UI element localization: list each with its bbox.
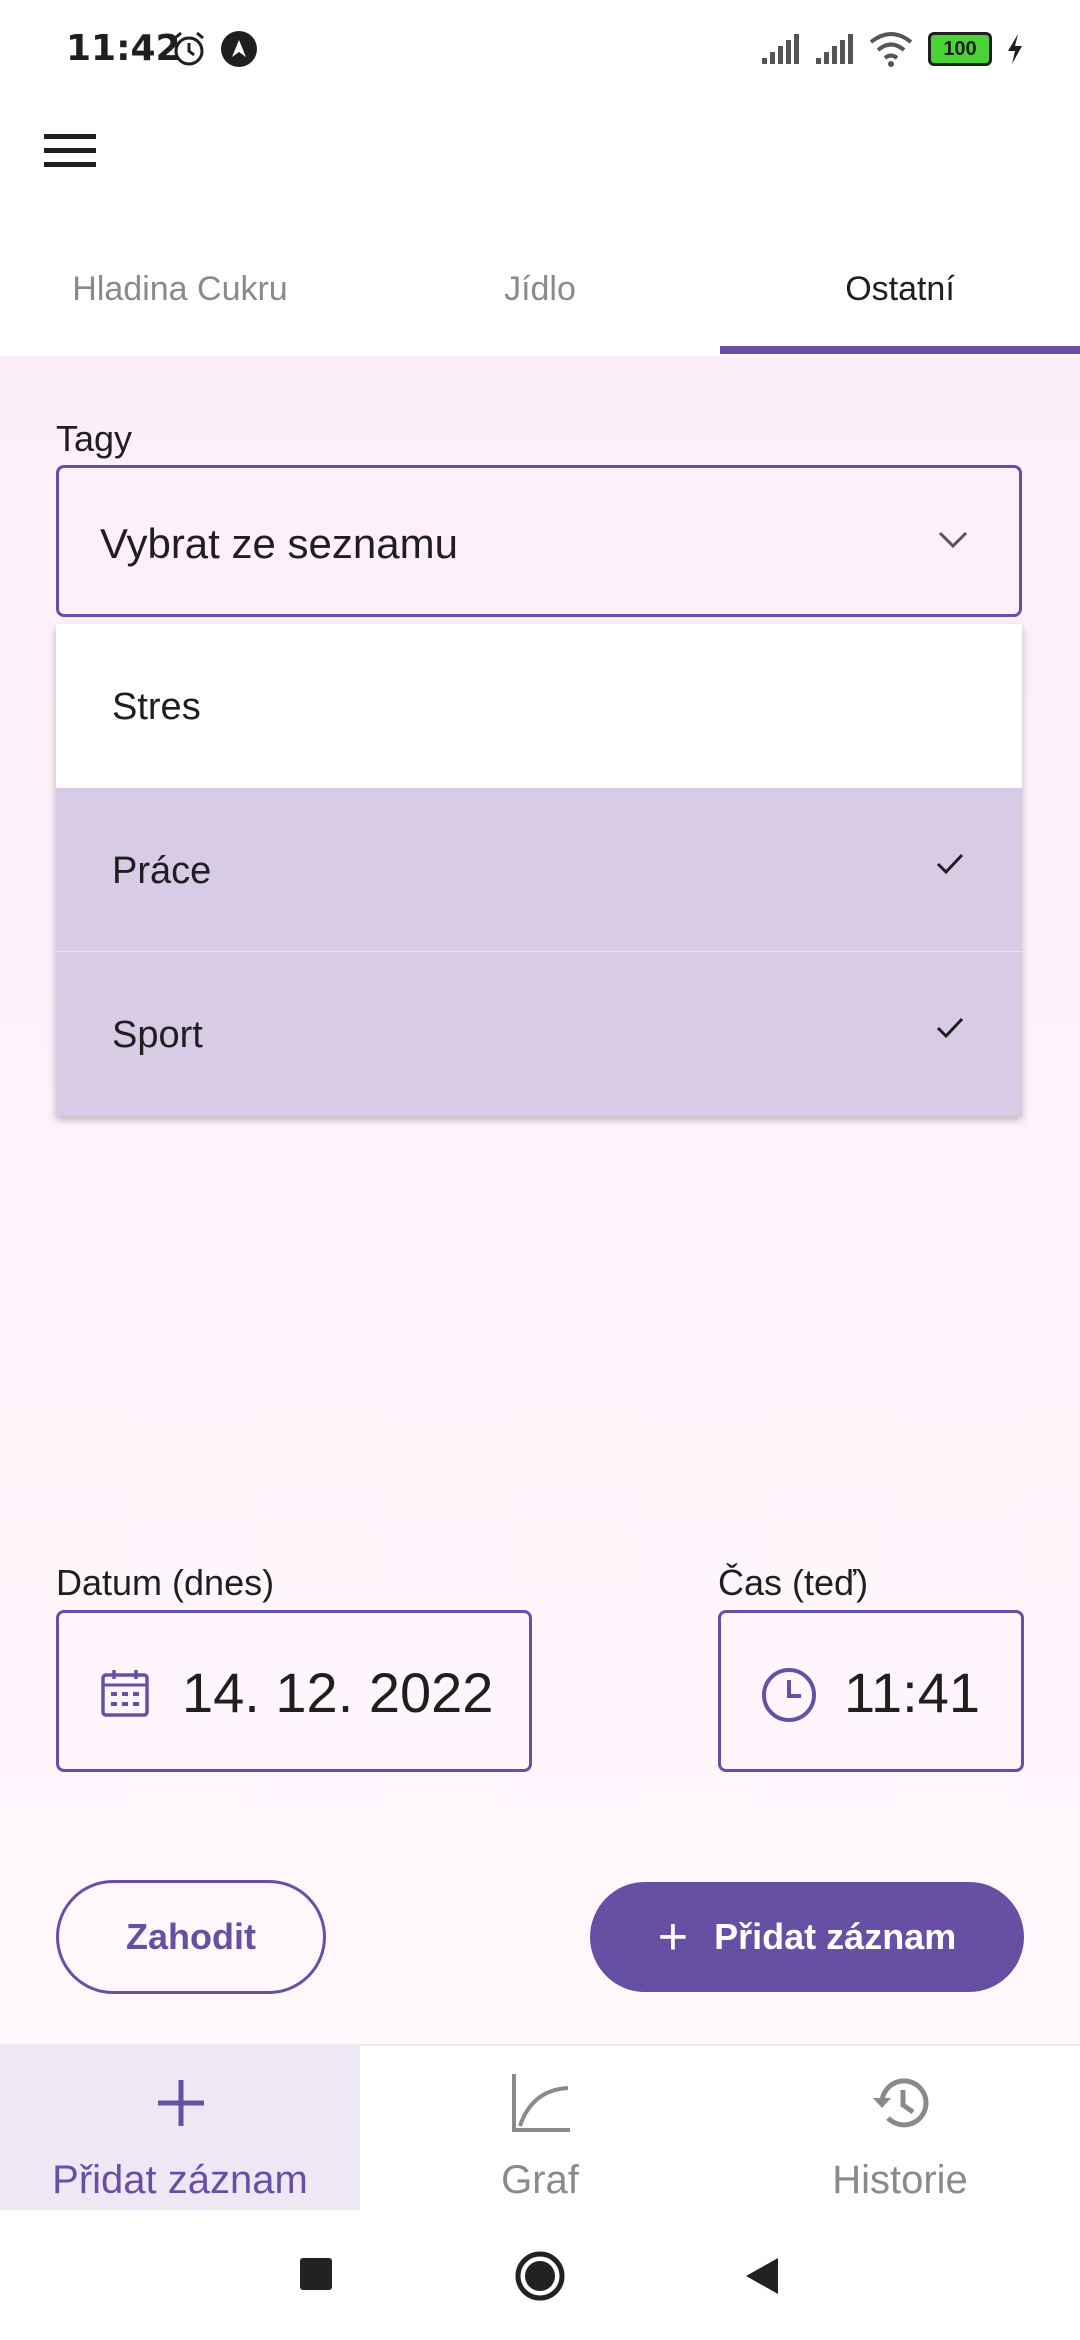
option-label: Sport xyxy=(112,1014,203,1056)
nav-label: Graf xyxy=(501,2158,579,2202)
option-label: Práce xyxy=(112,850,212,892)
option-stres[interactable]: Stres xyxy=(56,624,1022,788)
tab-indicator xyxy=(720,346,1080,354)
check-icon xyxy=(936,1017,964,1039)
plus-icon: + xyxy=(657,1908,689,1966)
navigation-app-icon xyxy=(221,31,257,67)
option-label: Stres xyxy=(112,686,201,728)
time-value: 11:41 xyxy=(844,1661,980,1724)
graph-icon xyxy=(512,2074,570,2132)
tab-hladina-cukru[interactable]: Hladina Cukru xyxy=(0,222,360,356)
charging-icon xyxy=(1008,34,1022,64)
nav-label: Přidat záznam xyxy=(52,2158,308,2202)
wifi-icon xyxy=(869,32,913,67)
nav-label: Historie xyxy=(832,2158,968,2202)
battery-level: 100 xyxy=(943,38,977,60)
home-icon[interactable] xyxy=(514,2250,566,2302)
calendar-icon xyxy=(101,1670,149,1717)
time-label: Čas (teď) xyxy=(718,1562,869,1603)
signal-icon xyxy=(816,34,853,64)
nav-history[interactable]: Historie xyxy=(720,2046,1080,2210)
add-record-label: Přidat záznam xyxy=(714,1916,957,1957)
nav-graph[interactable]: Graf xyxy=(360,2046,720,2210)
tab-jidlo[interactable]: Jídlo xyxy=(360,222,720,356)
check-icon xyxy=(936,853,964,875)
add-record-button[interactable]: + Přidat záznam xyxy=(590,1882,1024,1992)
date-label: Datum (dnes) xyxy=(56,1562,275,1603)
option-sport[interactable]: Sport xyxy=(56,952,1022,1116)
plus-icon xyxy=(158,2080,204,2126)
tags-dropdown-menu: Stres Práce Sport xyxy=(56,624,1022,1116)
recent-apps-icon[interactable] xyxy=(300,2258,332,2290)
tab-ostatni[interactable]: Ostatní xyxy=(720,222,1080,356)
tags-select-placeholder: Vybrat ze seznamu xyxy=(100,520,458,567)
signal-icon xyxy=(762,34,799,64)
chevron-down-icon xyxy=(938,531,968,549)
discard-button[interactable]: Zahodit xyxy=(56,1880,326,1994)
status-time: 11:42 xyxy=(66,28,181,69)
back-icon[interactable] xyxy=(744,2256,780,2296)
tags-label: Tagy xyxy=(56,418,133,459)
clock-icon xyxy=(762,1668,816,1722)
app-bar xyxy=(0,100,1080,220)
alarm-icon xyxy=(174,31,204,66)
battery-icon: 100 xyxy=(928,32,992,66)
date-value: 14. 12. 2022 xyxy=(182,1661,494,1724)
nav-add-record[interactable]: Přidat záznam xyxy=(0,2046,360,2210)
history-icon xyxy=(873,2078,929,2128)
option-prace[interactable]: Práce xyxy=(56,788,1022,952)
menu-icon[interactable] xyxy=(40,120,102,182)
tab-bar: Hladina Cukru Jídlo Ostatní xyxy=(0,222,1080,356)
